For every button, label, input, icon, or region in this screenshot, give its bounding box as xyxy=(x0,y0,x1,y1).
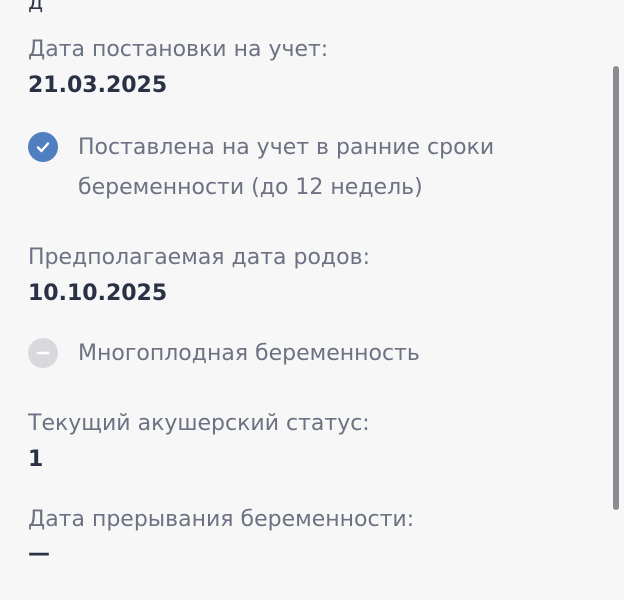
pregnancy-info-card: д Дата постановки на учет: 21.03.2025 По… xyxy=(0,0,624,600)
obstetric-status-value: 1 xyxy=(28,447,44,472)
cropped-heading: д xyxy=(28,0,46,15)
registration-date-value: 21.03.2025 xyxy=(28,73,168,98)
multiple-pregnancy-text: Многоплодная беременность xyxy=(78,341,420,366)
termination-date-label: Дата прерывания беременности: xyxy=(28,507,415,532)
minus-circle-icon xyxy=(28,338,58,368)
obstetric-status-label: Текущий акушерский статус: xyxy=(28,411,370,436)
multiple-pregnancy-row: Многоплодная беременность xyxy=(28,334,548,374)
registration-date-label: Дата постановки на учет: xyxy=(28,37,329,62)
scrollbar[interactable] xyxy=(613,66,619,510)
termination-date-value: — xyxy=(28,541,50,566)
due-date-label: Предполагаемая дата родов: xyxy=(28,245,370,270)
check-circle-icon xyxy=(28,132,58,162)
early-registration-text: Поставлена на учет в ранние сроки береме… xyxy=(78,135,495,200)
early-registration-row: Поставлена на учет в ранние сроки береме… xyxy=(28,128,548,208)
due-date-value: 10.10.2025 xyxy=(28,281,168,306)
